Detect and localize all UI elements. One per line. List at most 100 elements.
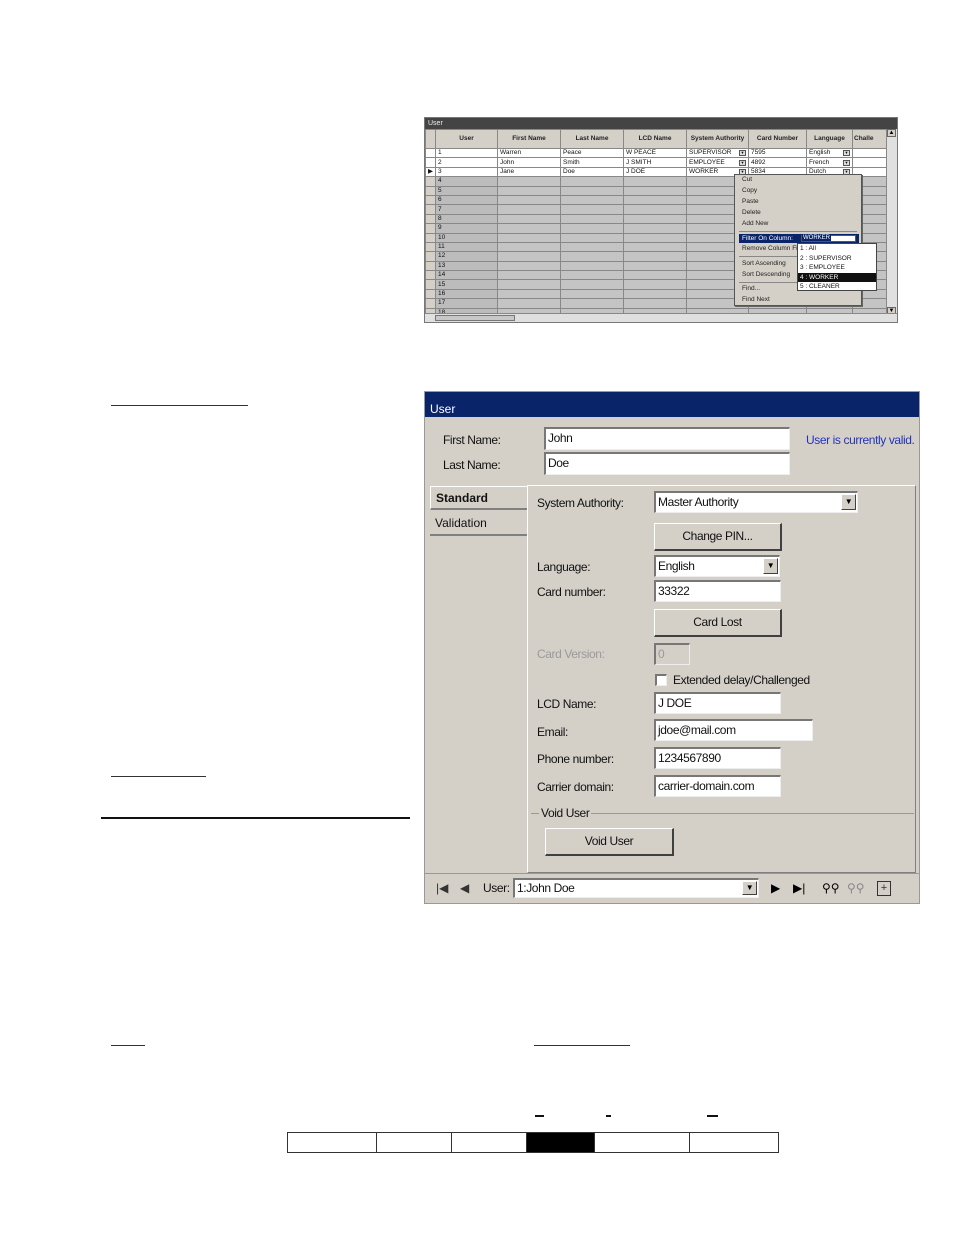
grid-cell-empty[interactable] [560,270,624,281]
grid-cell-num[interactable]: 9 [435,223,498,234]
col-header-first-name[interactable]: First Name [497,129,561,149]
menu-item-paste[interactable]: Paste [742,198,759,205]
row-selector[interactable] [425,298,436,309]
grid-cell-empty[interactable] [623,288,687,300]
row-selector[interactable] [425,260,436,272]
new-record-icon[interactable]: + [877,881,891,896]
grid-cell-empty[interactable] [560,260,624,272]
row-selector[interactable]: ▶ [425,166,436,178]
grid-cell-empty[interactable] [497,223,561,234]
last-record-icon[interactable]: ▶| [793,881,805,895]
tab-validation[interactable]: Validation [430,512,527,536]
grid-cell-card[interactable]: 4892 [748,157,807,168]
grid-cell-empty[interactable] [623,279,687,290]
grid-cell-empty[interactable] [560,223,624,234]
change-pin-button[interactable]: Change PIN... [654,523,782,551]
nav-user-select[interactable]: 1:John Doe ▼ [513,878,759,898]
menu-item-delete[interactable]: Delete [742,209,761,216]
row-selector[interactable] [425,147,436,159]
extended-delay-checkbox[interactable] [655,674,667,686]
combo-arrow-icon[interactable]: ▼ [739,150,746,157]
grid-cell-num[interactable]: 4 [435,176,498,187]
email-field[interactable]: jdoe@mail.com [654,719,813,741]
menu-item-find-next[interactable]: Find Next [742,296,770,303]
grid-cell-num[interactable]: 15 [435,279,498,290]
grid-cell-empty[interactable] [623,260,687,272]
row-selector[interactable] [425,270,436,281]
card-number-field[interactable]: 33322 [654,580,781,602]
col-header-card-number[interactable]: Card Number [748,129,807,149]
prev-record-icon[interactable]: ◀ [460,881,469,895]
grid-cell-empty[interactable] [623,232,687,243]
card-lost-button[interactable]: Card Lost [654,609,782,637]
grid-cell-empty[interactable] [497,279,561,290]
scroll-up-icon[interactable]: ▲ [887,129,896,137]
grid-cell-empty[interactable] [497,194,561,206]
grid-cell-empty[interactable] [623,185,687,196]
grid-cell-empty[interactable] [497,298,561,309]
row-selector[interactable] [425,223,436,234]
grid-cell-authority[interactable]: EMPLOYEE ▼ [686,157,749,168]
grid-cell-empty[interactable] [560,279,624,290]
col-header-user[interactable]: User [435,129,498,149]
grid-cell-empty[interactable] [623,176,687,187]
grid-cell-num[interactable]: 11 [435,241,498,253]
grid-cell-empty[interactable] [623,204,687,215]
next-record-icon[interactable]: ▶ [771,881,780,895]
filter-option[interactable]: 5 : CLEANER [798,282,876,292]
row-selector[interactable] [425,241,436,253]
combo-arrow-icon[interactable]: ▼ [843,150,850,157]
row-selector[interactable] [425,185,436,196]
grid-cell-language[interactable]: French ▼ [806,157,853,168]
grid-cell-lcd[interactable]: W PEACE [623,147,687,159]
language-select[interactable]: English ▼ [654,555,780,577]
grid-cell-empty[interactable] [560,185,624,196]
grid-cell-last[interactable]: Doe [560,166,624,178]
row-selector[interactable] [425,176,436,187]
system-authority-select[interactable]: Master Authority ▼ [654,491,858,513]
grid-cell-num[interactable]: 10 [435,232,498,243]
grid-cell-first[interactable]: Jane [497,166,561,178]
combo-arrow-icon[interactable]: ▼ [841,494,856,510]
menu-item-filter-on-column[interactable]: Filter On Column: WORKER [739,234,859,243]
combo-arrow-icon[interactable]: ▼ [742,881,757,895]
menu-item-add-new[interactable]: Add New [742,220,768,227]
grid-cell-authority[interactable]: SUPERVISOR ▼ [686,147,749,159]
row-selector[interactable] [425,232,436,243]
grid-cell-num[interactable]: 8 [435,213,498,225]
grid-cell-empty[interactable] [497,260,561,272]
grid-cell-num[interactable]: 6 [435,194,498,206]
grid-cell-empty[interactable] [560,298,624,309]
grid-cell-empty[interactable] [560,176,624,187]
grid-cell-first[interactable]: John [497,157,561,168]
grid-cell-empty[interactable] [623,194,687,206]
grid-horizontal-scrollbar[interactable] [425,313,897,322]
col-header-last-name[interactable]: Last Name [560,129,624,149]
grid-cell-last[interactable]: Peace [560,147,624,159]
grid-cell-empty[interactable] [560,241,624,253]
grid-cell-num[interactable]: 13 [435,260,498,272]
col-header-system-authority[interactable]: System Authority [686,129,749,149]
lcd-name-field[interactable]: J DOE [654,692,781,714]
find-next-binoculars-icon[interactable]: ⚲⚲ [847,881,865,895]
first-record-icon[interactable]: |◀ [436,881,448,895]
grid-cell-num[interactable]: 14 [435,270,498,281]
grid-cell-empty[interactable] [623,223,687,234]
grid-cell-num[interactable]: 5 [435,185,498,196]
last-name-field[interactable]: Doe [544,452,790,475]
grid-cell-empty[interactable] [560,251,624,262]
grid-cell-last[interactable]: Smith [560,157,624,168]
grid-cell-empty[interactable] [497,204,561,215]
grid-cell-empty[interactable] [497,213,561,225]
grid-cell-empty[interactable] [560,204,624,215]
menu-item-copy[interactable]: Copy [742,187,757,194]
combo-arrow-icon[interactable]: ▼ [763,558,778,574]
grid-cell-empty[interactable] [560,288,624,300]
grid-cell-num[interactable]: 1 [435,147,498,159]
row-selector[interactable] [425,213,436,225]
row-selector[interactable] [425,157,436,168]
col-header-language[interactable]: Language [806,129,853,149]
grid-cell-empty[interactable] [497,241,561,253]
grid-hscroll-thumb[interactable] [435,315,515,321]
menu-item-sort-ascending[interactable]: Sort Ascending [742,260,786,267]
